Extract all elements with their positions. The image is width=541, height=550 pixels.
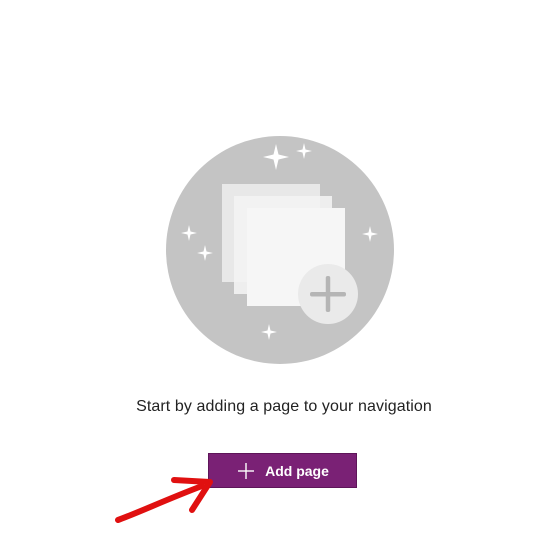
plus-icon	[238, 462, 255, 479]
empty-state-message: Start by adding a page to your navigatio…	[136, 398, 432, 415]
add-page-button-label: Add page	[265, 462, 329, 479]
add-badge-icon	[298, 264, 358, 324]
red-arrow-icon	[115, 477, 213, 523]
empty-navigation-page: Start by adding a page to your navigatio…	[0, 0, 541, 550]
pages-add-illustration-icon	[166, 136, 394, 364]
add-page-button[interactable]: Add page	[208, 453, 357, 488]
